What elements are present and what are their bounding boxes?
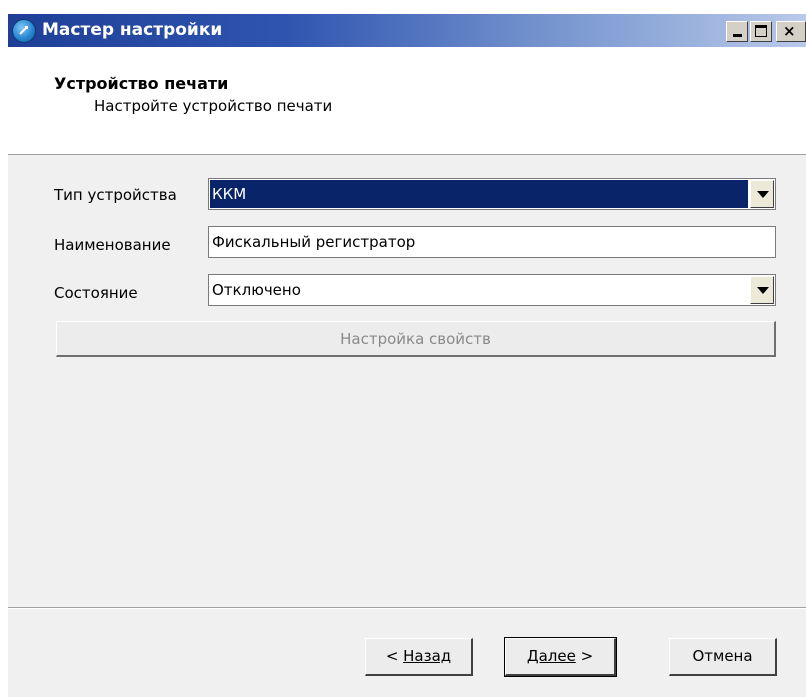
page-title: Устройство печати <box>54 74 229 93</box>
device-type-value: ККМ <box>212 185 247 203</box>
back-label: Назад <box>403 647 452 665</box>
next-button[interactable]: Далее > <box>504 637 617 677</box>
footer-divider <box>8 607 806 609</box>
device-type-select[interactable]: ККМ <box>208 178 776 210</box>
selection-highlight <box>210 180 748 208</box>
title-bar[interactable]: Мастер настройки × <box>8 14 806 47</box>
page-subtitle: Настройте устройство печати <box>94 97 333 115</box>
next-suffix: > <box>575 647 594 665</box>
back-button[interactable]: < Назад <box>365 638 473 676</box>
state-value: Отключено <box>212 281 301 299</box>
device-type-dropdown-button[interactable] <box>750 180 774 208</box>
chevron-down-icon <box>757 191 769 198</box>
state-dropdown-button[interactable] <box>750 276 774 304</box>
device-type-label: Тип устройства <box>54 186 177 204</box>
state-label: Состояние <box>54 284 138 302</box>
wizard-window: Мастер настройки × Устройство печати Нас… <box>8 14 806 697</box>
maximize-icon <box>755 25 767 37</box>
state-select[interactable]: Отключено <box>208 274 776 306</box>
cancel-button[interactable]: Отмена <box>669 638 777 676</box>
name-field[interactable]: Фискальный регистратор <box>208 226 776 258</box>
wizard-header: Устройство печати Настройте устройство п… <box>8 47 806 155</box>
window-title: Мастер настройки <box>42 20 223 40</box>
next-label: Далее <box>526 647 576 665</box>
name-value: Фискальный регистратор <box>212 233 416 251</box>
maximize-button[interactable] <box>750 21 772 42</box>
wizard-app-icon[interactable] <box>12 19 36 43</box>
back-prefix: < <box>385 647 404 665</box>
properties-button[interactable]: Настройка свойств <box>56 321 776 357</box>
minimize-icon <box>733 34 742 37</box>
close-button[interactable]: × <box>776 21 806 42</box>
minimize-button[interactable] <box>726 21 748 42</box>
name-label: Наименование <box>54 236 171 254</box>
close-icon: × <box>783 22 796 40</box>
chevron-down-icon <box>757 287 769 294</box>
